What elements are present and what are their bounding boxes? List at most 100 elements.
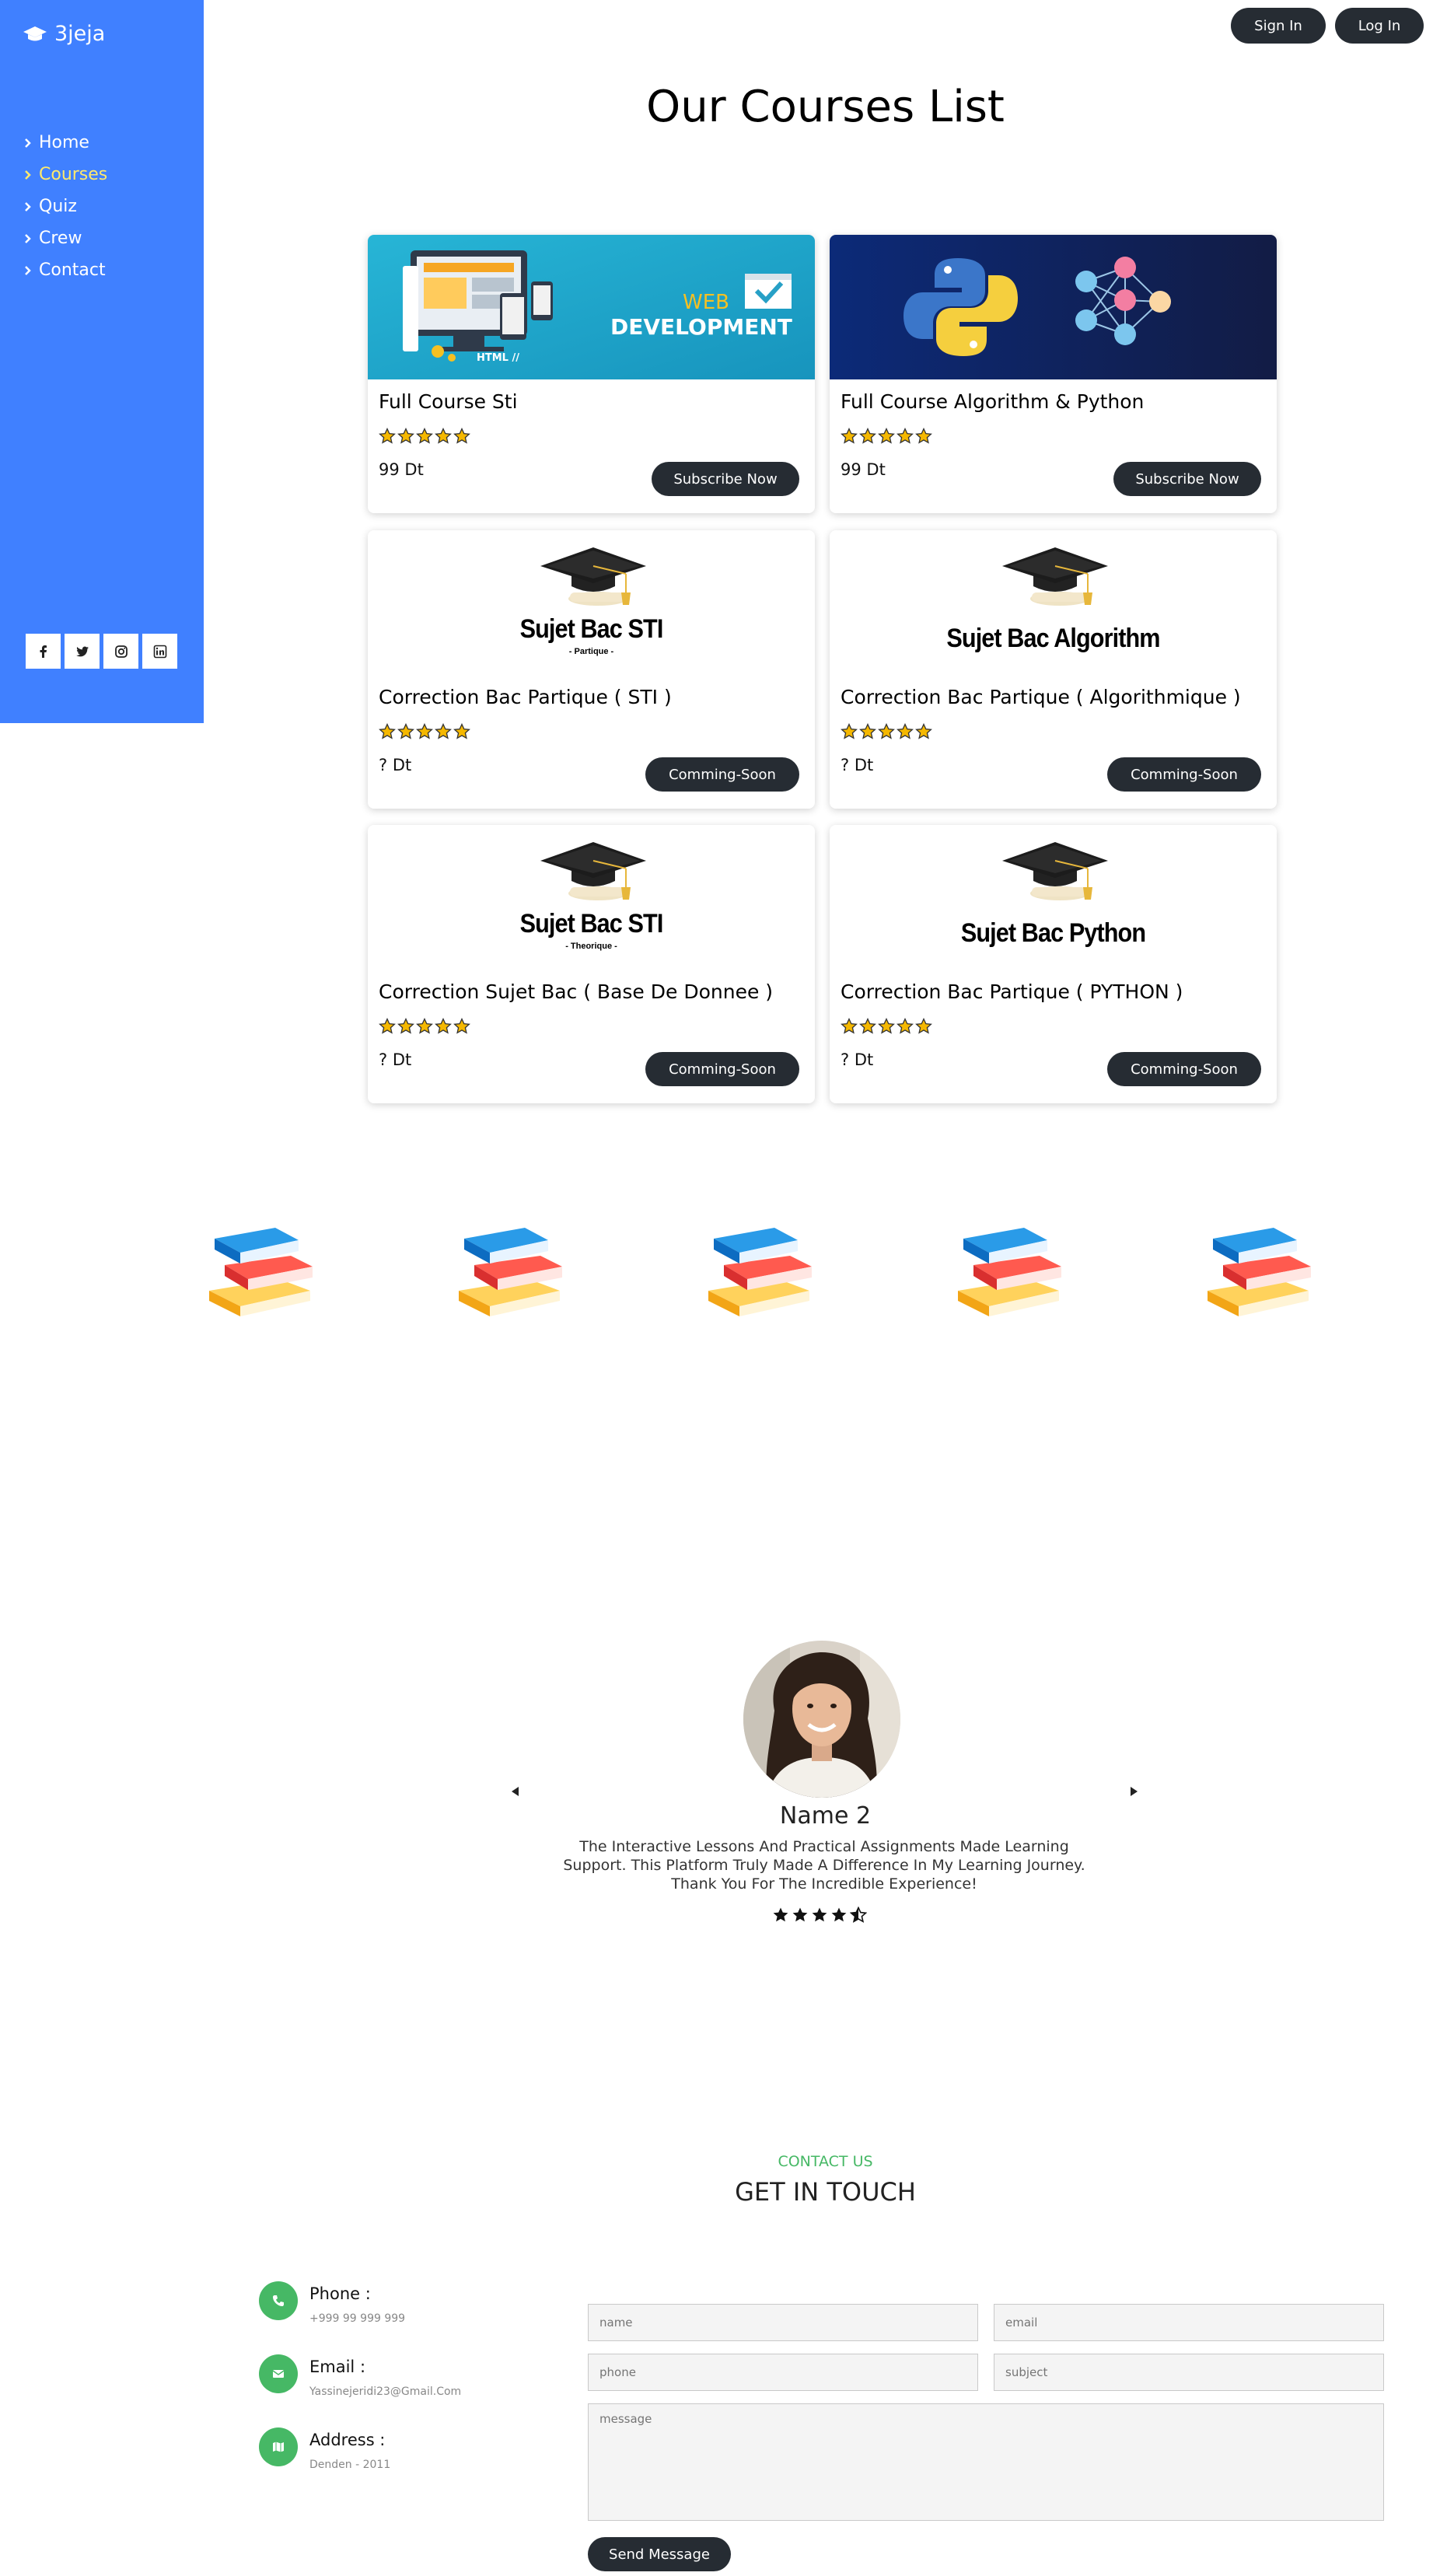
course-card: Sujet Bac Algorithm Correction Bac Parti… bbox=[830, 530, 1277, 809]
star-icon bbox=[915, 428, 932, 444]
subject-field[interactable] bbox=[994, 2354, 1384, 2391]
carousel-prev-arrow-icon[interactable] bbox=[509, 1785, 522, 1798]
star-icon bbox=[416, 428, 433, 444]
coming-soon-button[interactable]: Comming-Soon bbox=[645, 1052, 799, 1086]
sign-in-button[interactable]: Sign In bbox=[1231, 8, 1326, 44]
course-card: Sujet Bac STI - Theorique - Correction S… bbox=[368, 825, 815, 1103]
linkedin-icon[interactable] bbox=[142, 634, 177, 669]
coming-soon-button[interactable]: Comming-Soon bbox=[1107, 1052, 1261, 1086]
chevron-right-icon bbox=[23, 233, 34, 243]
star-icon bbox=[878, 723, 895, 739]
instagram-icon[interactable] bbox=[103, 634, 138, 669]
bac-image-label: Sujet Bac STI bbox=[519, 909, 664, 938]
star-icon bbox=[435, 428, 452, 444]
star-icon bbox=[416, 1018, 433, 1034]
star-icon bbox=[841, 428, 858, 444]
sidebar-item-contact[interactable]: Contact bbox=[23, 254, 107, 286]
contact-label: CONTACT US bbox=[778, 2153, 873, 2170]
course-card: Sujet Bac Python Correction Bac Partique… bbox=[830, 825, 1277, 1103]
log-in-button[interactable]: Log In bbox=[1335, 8, 1424, 44]
star-icon bbox=[859, 428, 876, 444]
logo-text: 3jeja bbox=[54, 22, 106, 46]
sidebar-item-home[interactable]: Home bbox=[23, 127, 107, 159]
star-icon bbox=[897, 723, 914, 739]
course-card: Full Course Algorithm & Python 99 Dt Sub… bbox=[830, 235, 1277, 513]
address-value: Denden - 2011 bbox=[309, 2459, 391, 2471]
course-title: Correction Sujet Bac ( Base De Donnee ) bbox=[379, 980, 774, 1003]
phone-label: Phone : bbox=[309, 2284, 371, 2303]
twitter-icon[interactable] bbox=[65, 634, 100, 669]
chevron-right-icon bbox=[23, 201, 34, 211]
testimonial-rating bbox=[772, 1907, 867, 1924]
graduation-cap-icon bbox=[1002, 842, 1108, 900]
bac-subject-image: Sujet Bac STI - Partique - bbox=[368, 530, 815, 675]
svg-text:DEVELOPMENT: DEVELOPMENT bbox=[610, 314, 792, 340]
star-icon bbox=[435, 723, 452, 739]
subscribe-button[interactable]: Subscribe Now bbox=[1113, 462, 1261, 496]
name-field[interactable] bbox=[588, 2304, 978, 2341]
bac-image-sublabel: - Partique - bbox=[568, 647, 614, 656]
address-label: Address : bbox=[309, 2431, 386, 2449]
logo[interactable]: 3jeja bbox=[23, 22, 105, 46]
star-icon bbox=[397, 1018, 414, 1034]
star-icon bbox=[379, 723, 396, 739]
coming-soon-button[interactable]: Comming-Soon bbox=[645, 757, 799, 792]
sidebar-item-label: Courses bbox=[39, 165, 108, 184]
rating-stars bbox=[379, 1018, 470, 1035]
svg-text:HTML //: HTML // bbox=[477, 352, 519, 364]
web-development-image: HTML // WEB DEVELOPMENT bbox=[368, 235, 815, 379]
sidebar-item-label: Contact bbox=[39, 260, 106, 280]
course-title: Full Course Sti bbox=[379, 390, 518, 413]
phone-field[interactable] bbox=[588, 2354, 978, 2391]
chevron-right-icon bbox=[23, 170, 34, 180]
books-icon bbox=[708, 1228, 812, 1316]
star-icon bbox=[859, 1018, 876, 1034]
coming-soon-button[interactable]: Comming-Soon bbox=[1107, 757, 1261, 792]
send-message-button[interactable]: Send Message bbox=[588, 2537, 731, 2571]
course-title: Correction Bac Partique ( Algorithmique … bbox=[841, 686, 1241, 708]
bac-image-label: Sujet Bac STI bbox=[519, 614, 664, 644]
bac-image-sublabel: - Theorique - bbox=[565, 942, 617, 951]
star-icon bbox=[878, 428, 895, 444]
sidebar-item-crew[interactable]: Crew bbox=[23, 222, 107, 254]
svg-text:WEB: WEB bbox=[683, 291, 729, 314]
star-icon bbox=[379, 1018, 396, 1034]
star-icon bbox=[379, 428, 396, 444]
course-price: ? Dt bbox=[841, 756, 874, 774]
star-icon bbox=[859, 723, 876, 739]
chevron-right-icon bbox=[23, 138, 34, 148]
star-icon bbox=[878, 1018, 895, 1034]
sidebar-nav: Home Courses Quiz Crew Contact bbox=[23, 127, 107, 286]
graduation-cap-icon bbox=[23, 26, 47, 40]
course-title: Correction Bac Partique ( PYTHON ) bbox=[841, 980, 1183, 1003]
sidebar-item-courses[interactable]: Courses bbox=[23, 159, 107, 190]
course-price: 99 Dt bbox=[379, 460, 424, 479]
rating-stars bbox=[841, 723, 932, 740]
email-field[interactable] bbox=[994, 2304, 1384, 2341]
subscribe-button[interactable]: Subscribe Now bbox=[652, 462, 799, 496]
star-icon bbox=[453, 1018, 470, 1034]
course-title: Correction Bac Partique ( STI ) bbox=[379, 686, 672, 708]
star-icon bbox=[841, 723, 858, 739]
map-icon bbox=[259, 2427, 298, 2466]
star-icon bbox=[453, 428, 470, 444]
star-icon bbox=[397, 428, 414, 444]
message-field[interactable] bbox=[588, 2403, 1384, 2521]
facebook-icon[interactable] bbox=[26, 634, 61, 669]
course-title: Full Course Algorithm & Python bbox=[841, 390, 1145, 413]
books-icon bbox=[1208, 1228, 1311, 1316]
carousel-next-arrow-icon[interactable] bbox=[1127, 1785, 1140, 1798]
sidebar-item-label: Crew bbox=[39, 229, 82, 248]
star-icon bbox=[915, 1018, 932, 1034]
course-card: HTML // WEB DEVELOPMENT Full Course Sti … bbox=[368, 235, 815, 513]
star-icon bbox=[897, 428, 914, 444]
testimonial-name: Name 2 bbox=[779, 1802, 872, 1830]
sidebar-item-quiz[interactable]: Quiz bbox=[23, 190, 107, 222]
star-icon bbox=[841, 1018, 858, 1034]
star-icon bbox=[453, 723, 470, 739]
course-price: ? Dt bbox=[841, 1050, 874, 1069]
rating-stars bbox=[379, 723, 470, 740]
star-icon bbox=[897, 1018, 914, 1034]
graduation-cap-icon bbox=[1002, 547, 1108, 606]
books-icon bbox=[459, 1228, 562, 1316]
